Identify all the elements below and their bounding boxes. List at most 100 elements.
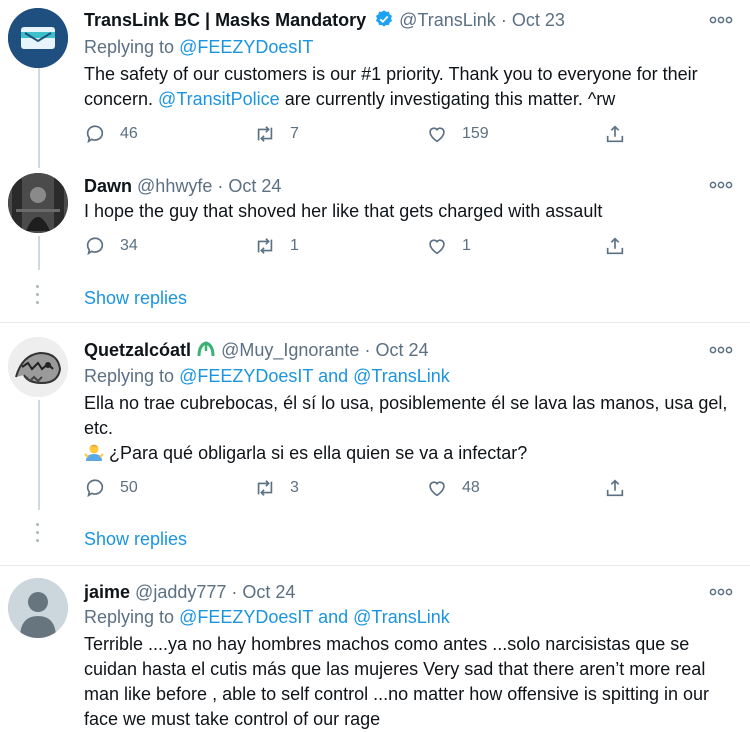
replying-to: Replying to @FEEZYDoesIT bbox=[84, 36, 313, 58]
tweet[interactable]: TransLink BC | Masks Mandatory @TransLin… bbox=[0, 0, 750, 165]
more-options-icon[interactable] bbox=[708, 12, 734, 28]
user-photo-icon bbox=[8, 173, 68, 233]
tweet-header: Dawn @hhwyfe · Oct 24 bbox=[84, 175, 281, 197]
more-options-icon[interactable] bbox=[708, 177, 734, 193]
share-button[interactable] bbox=[604, 233, 626, 259]
replying-to-label: Replying to bbox=[84, 366, 175, 386]
reply-count: 34 bbox=[120, 237, 138, 254]
tweet[interactable]: Quetzalcóatl @Muy_Ignorante · Oct 24 Rep… bbox=[0, 323, 750, 566]
tweet-text-part: ¿Para qué obligarla si es ella quien se … bbox=[109, 443, 528, 463]
like-count: 48 bbox=[462, 479, 480, 496]
replying-to: Replying to @FEEZYDoesIT and @TransLink bbox=[84, 606, 450, 628]
like-count: 159 bbox=[462, 125, 489, 142]
display-name[interactable]: jaime bbox=[84, 582, 130, 602]
show-replies-link[interactable]: Show replies bbox=[84, 288, 187, 309]
reply-button[interactable]: 50 bbox=[84, 475, 138, 501]
mention-link[interactable]: @FEEZYDoesIT bbox=[179, 366, 313, 386]
tweet-text: The safety of our customers is our #1 pr… bbox=[84, 62, 732, 112]
tweet-text-line: ¿Para qué obligarla si es ella quien se … bbox=[84, 441, 732, 466]
reply-count: 50 bbox=[120, 479, 138, 496]
share-icon bbox=[606, 237, 624, 255]
retweet-count: 7 bbox=[290, 125, 299, 142]
mention-link[interactable]: @TransLink bbox=[353, 607, 450, 627]
replying-to: Replying to @FEEZYDoesIT and @TransLink bbox=[84, 365, 450, 387]
mention-link[interactable]: @FEEZYDoesIT bbox=[179, 37, 313, 57]
separator-dot: · bbox=[364, 340, 371, 360]
green-emoji-icon bbox=[197, 341, 215, 357]
retweet-icon bbox=[257, 480, 273, 496]
share-button[interactable] bbox=[604, 475, 626, 501]
thread-gap-dots bbox=[36, 523, 40, 547]
avatar[interactable] bbox=[8, 8, 68, 68]
handle[interactable]: @hhwyfe bbox=[137, 176, 212, 196]
like-count: 1 bbox=[462, 237, 471, 254]
mention-link[interactable]: @TransitPolice bbox=[158, 89, 280, 109]
retweet-button[interactable]: 3 bbox=[254, 475, 299, 501]
reply-icon bbox=[86, 125, 104, 144]
timestamp[interactable]: Oct 24 bbox=[228, 176, 281, 196]
heart-icon bbox=[429, 481, 445, 497]
avatar[interactable] bbox=[8, 578, 68, 638]
display-name[interactable]: Dawn bbox=[84, 176, 132, 196]
heart-icon bbox=[429, 127, 445, 143]
reply-icon bbox=[86, 237, 104, 256]
replying-and[interactable]: and bbox=[318, 366, 348, 386]
tweet-actions: 34 1 1 bbox=[84, 233, 644, 259]
separator-dot: · bbox=[217, 176, 224, 196]
timestamp[interactable]: Oct 23 bbox=[512, 10, 565, 30]
tweet-text: Ella no trae cubrebocas, él sí lo usa, p… bbox=[84, 391, 732, 466]
default-profile-icon bbox=[8, 578, 68, 638]
replying-to-label: Replying to bbox=[84, 37, 175, 57]
like-button[interactable]: 159 bbox=[426, 121, 489, 147]
retweet-icon bbox=[257, 238, 273, 254]
share-icon bbox=[606, 125, 624, 143]
more-options-icon[interactable] bbox=[708, 584, 734, 600]
reply-button[interactable]: 34 bbox=[84, 233, 138, 259]
share-icon bbox=[606, 479, 624, 497]
reply-icon bbox=[86, 479, 104, 498]
timestamp[interactable]: Oct 24 bbox=[242, 582, 295, 602]
tweet[interactable]: jaime @jaddy777 · Oct 24 Replying to @FE… bbox=[0, 566, 750, 730]
show-replies-link[interactable]: Show replies bbox=[84, 529, 187, 550]
tweet-actions: 50 3 48 bbox=[84, 475, 644, 501]
tweet-text-line: Ella no trae cubrebocas, él sí lo usa, p… bbox=[84, 393, 728, 438]
separator-dot: · bbox=[231, 582, 238, 602]
thread-gap-dots bbox=[36, 285, 40, 309]
like-button[interactable]: 48 bbox=[426, 475, 480, 501]
tweet-header: TransLink BC | Masks Mandatory @TransLin… bbox=[84, 9, 565, 31]
more-options-icon[interactable] bbox=[708, 342, 734, 358]
person-shrugging-emoji-icon bbox=[84, 444, 104, 461]
tweet-text: I hope the guy that shoved her like that… bbox=[84, 201, 603, 221]
like-button[interactable]: 1 bbox=[426, 233, 471, 259]
display-name[interactable]: TransLink BC | Masks Mandatory bbox=[84, 10, 366, 30]
avatar[interactable] bbox=[8, 337, 68, 397]
replying-to-label: Replying to bbox=[84, 607, 175, 627]
retweet-count: 3 bbox=[290, 479, 299, 496]
handle[interactable]: @Muy_Ignorante bbox=[221, 340, 359, 360]
retweet-count: 1 bbox=[290, 237, 299, 254]
retweet-button[interactable]: 1 bbox=[254, 233, 299, 259]
serpent-sculpture-icon bbox=[8, 337, 68, 397]
replying-and[interactable]: and bbox=[318, 607, 348, 627]
tweet-header: jaime @jaddy777 · Oct 24 bbox=[84, 581, 295, 603]
retweet-button[interactable]: 7 bbox=[254, 121, 299, 147]
avatar[interactable] bbox=[8, 173, 68, 233]
mention-link[interactable]: @FEEZYDoesIT bbox=[179, 607, 313, 627]
handle[interactable]: @jaddy777 bbox=[135, 582, 226, 602]
display-name[interactable]: Quetzalcóatl bbox=[84, 340, 191, 360]
tweet-actions: 46 7 159 bbox=[84, 121, 644, 147]
timestamp[interactable]: Oct 24 bbox=[375, 340, 428, 360]
tweet-header: Quetzalcóatl @Muy_Ignorante · Oct 24 bbox=[84, 339, 428, 361]
tweet[interactable]: Dawn @hhwyfe · Oct 24 I hope the guy tha… bbox=[0, 165, 750, 315]
share-button[interactable] bbox=[604, 121, 626, 147]
retweet-icon bbox=[257, 126, 273, 142]
handle[interactable]: @TransLink bbox=[399, 10, 496, 30]
heart-icon bbox=[429, 239, 445, 255]
tweet-text: Terrible ....ya no hay hombres machos co… bbox=[84, 634, 709, 729]
tweet-text-part: are currently investigating this matter.… bbox=[279, 89, 616, 109]
reply-count: 46 bbox=[120, 125, 138, 142]
reply-button[interactable]: 46 bbox=[84, 121, 138, 147]
translink-logo-icon bbox=[8, 8, 68, 68]
mention-link[interactable]: @TransLink bbox=[353, 366, 450, 386]
verified-badge-icon bbox=[376, 10, 393, 27]
